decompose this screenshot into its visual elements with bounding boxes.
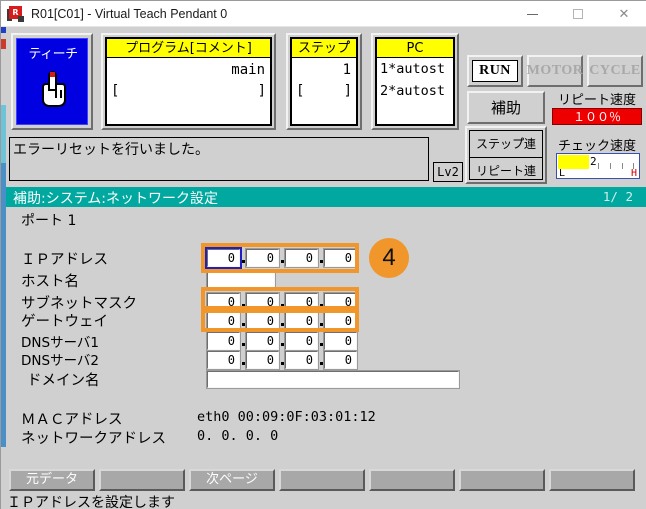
fkey-4[interactable] [279,469,365,491]
teach-mode-label: ティーチ [28,47,78,62]
bracket-right: ] [257,83,266,99]
subnet-octet-2[interactable]: 0 [284,292,319,312]
fkey-next-page[interactable]: 次ページ [189,469,275,491]
dns2-octet-1[interactable]: 0 [245,350,280,370]
gateway-octet-1[interactable]: 0 [245,311,280,331]
ip-address-label: ＩＰアドレス [21,252,108,268]
pc-panel-header: PC [377,39,453,58]
ip-octet-0[interactable]: 0 [205,247,242,269]
check-speed-fill [558,155,589,169]
host-name-input[interactable] [206,270,276,289]
page-title: 補助:システム:ネットワーク設定 [13,191,219,207]
fkey-original-data[interactable]: 元データ [9,469,95,491]
network-address-value: 0. 0. 0. 0 [197,428,279,444]
dns1-octet-1[interactable]: 0 [245,331,280,351]
repeat-speed-value: １００％ [552,108,642,125]
pc-line-1: 1*autost [380,61,446,77]
fkey-6[interactable] [459,469,545,491]
dns1-octet-2[interactable]: 0 [284,331,319,351]
status-hint-line-1: ＩＰアドレスを設定します [7,495,175,509]
ip-octet-2[interactable]: 0 [284,248,319,268]
gateway-octet-2[interactable]: 0 [284,311,319,331]
dns-server-2-label: DNSサーバ2 [21,353,100,369]
motor-mode-label: MOTOR [526,63,584,78]
titlebar: R R01[C01] - Virtual Teach Pendant 0 ✕ [1,1,646,27]
mac-address-value: eth0 00:09:0F:03:01:12 [197,409,376,425]
check-speed-label: チェック速度 [557,139,636,154]
pendant-body: ティーチ プログラム[コメント] main [ ] ステップ゚ 1 [] PC… [1,27,646,509]
message-level-badge: Lv2 [433,162,463,182]
check-speed-max-label: H [630,168,637,179]
ip-octet-3[interactable]: 0 [323,248,358,268]
dns-server-1-label: DNSサーバ1 [21,335,100,351]
pc-line-2: 2*autost [380,83,446,99]
subnet-octet-0[interactable]: 0 [206,292,241,312]
run-mode-button[interactable]: RUN [467,55,523,87]
gateway-octet-0[interactable]: 0 [206,311,241,331]
maximize-button[interactable] [555,1,601,27]
repeat-continuous-button[interactable]: リピート連 [470,158,542,184]
minimize-button[interactable] [509,1,555,27]
step-repeat-panel: ステップ゚連 リピート連 [465,126,547,184]
step-comment-field: [ ] [292,82,356,102]
mac-address-label: ＭＡＣアドレス [21,412,123,428]
robot-icon: R [7,5,25,23]
step-panel[interactable]: ステップ゚ 1 [ ] [286,33,362,130]
repeat-speed-label: リピート速度 [557,93,636,108]
page-header: 補助:システム:ネットワーク設定 1/ 2 [6,187,646,207]
ip-octet-1[interactable]: 0 [245,248,280,268]
program-name-value: main [231,62,265,78]
dns2-octet-3[interactable]: 0 [323,350,358,370]
motor-mode-button[interactable]: MOTOR [527,55,583,87]
fkey-2[interactable] [99,469,185,491]
close-icon[interactable]: ✕ [601,1,646,27]
network-address-label: ネットワークアドレス [21,431,166,447]
function-key-bar: 元データ 次ページ [9,469,639,491]
bracket-left: [ [296,83,305,99]
subnet-octet-3[interactable]: 0 [323,292,358,312]
host-name-label: ホスト名 [21,274,79,290]
status-stripe [1,27,6,509]
fkey-5[interactable] [369,469,455,491]
program-panel[interactable]: プログラム[コメント] main [ ] [101,33,276,130]
message-text: エラーリセットを行いました。 [13,142,209,158]
check-speed-min-label: L [559,168,566,179]
gateway-octet-3[interactable]: 0 [323,311,358,331]
pc-panel[interactable]: PC 1*autost 2*autost [371,33,459,130]
teach-mode-button[interactable]: ティーチ [11,33,93,130]
message-box: エラーリセットを行いました。 [9,137,429,181]
step-continuous-button[interactable]: ステップ゚連 [470,131,542,157]
teach-pendant-window: R R01[C01] - Virtual Teach Pendant 0 ✕ テ… [0,0,646,509]
domain-name-input[interactable] [206,370,460,389]
page-indicator: 1/ 2 [602,189,633,204]
cycle-mode-label: CYCLE [589,63,641,78]
dns1-octet-0[interactable]: 0 [206,331,241,351]
aux-button-label: 補助 [490,99,521,117]
step-number-value: 1 [342,62,351,78]
bracket-right: ] [343,83,352,99]
fkey-7[interactable] [549,469,635,491]
annotation-step-badge: 4 [369,238,409,278]
window-title: R01[C01] - Virtual Teach Pendant 0 [31,6,228,21]
cycle-mode-button[interactable]: CYCLE [587,55,643,87]
run-mode-label: RUN [472,60,518,82]
check-speed-value: 2 [590,155,597,168]
bracket-left: [ [111,83,120,99]
subnet-octet-1[interactable]: 0 [245,292,280,312]
program-comment-field: [ ] [107,82,270,102]
dns2-octet-0[interactable]: 0 [206,350,241,370]
port-label: ポート 1 [21,213,77,229]
hand-pointer-icon [39,69,69,109]
program-panel-header: プログラム[コメント] [107,39,270,58]
check-speed-slider[interactable]: 2 L H [556,153,640,179]
dns1-octet-3[interactable]: 0 [323,331,358,351]
aux-button[interactable]: 補助 [467,91,545,124]
step-panel-header: ステップ゚ [292,39,356,58]
dns2-octet-2[interactable]: 0 [284,350,319,370]
domain-name-label: ドメイン名 [27,373,100,389]
gateway-label: ゲートウェイ [21,314,108,330]
